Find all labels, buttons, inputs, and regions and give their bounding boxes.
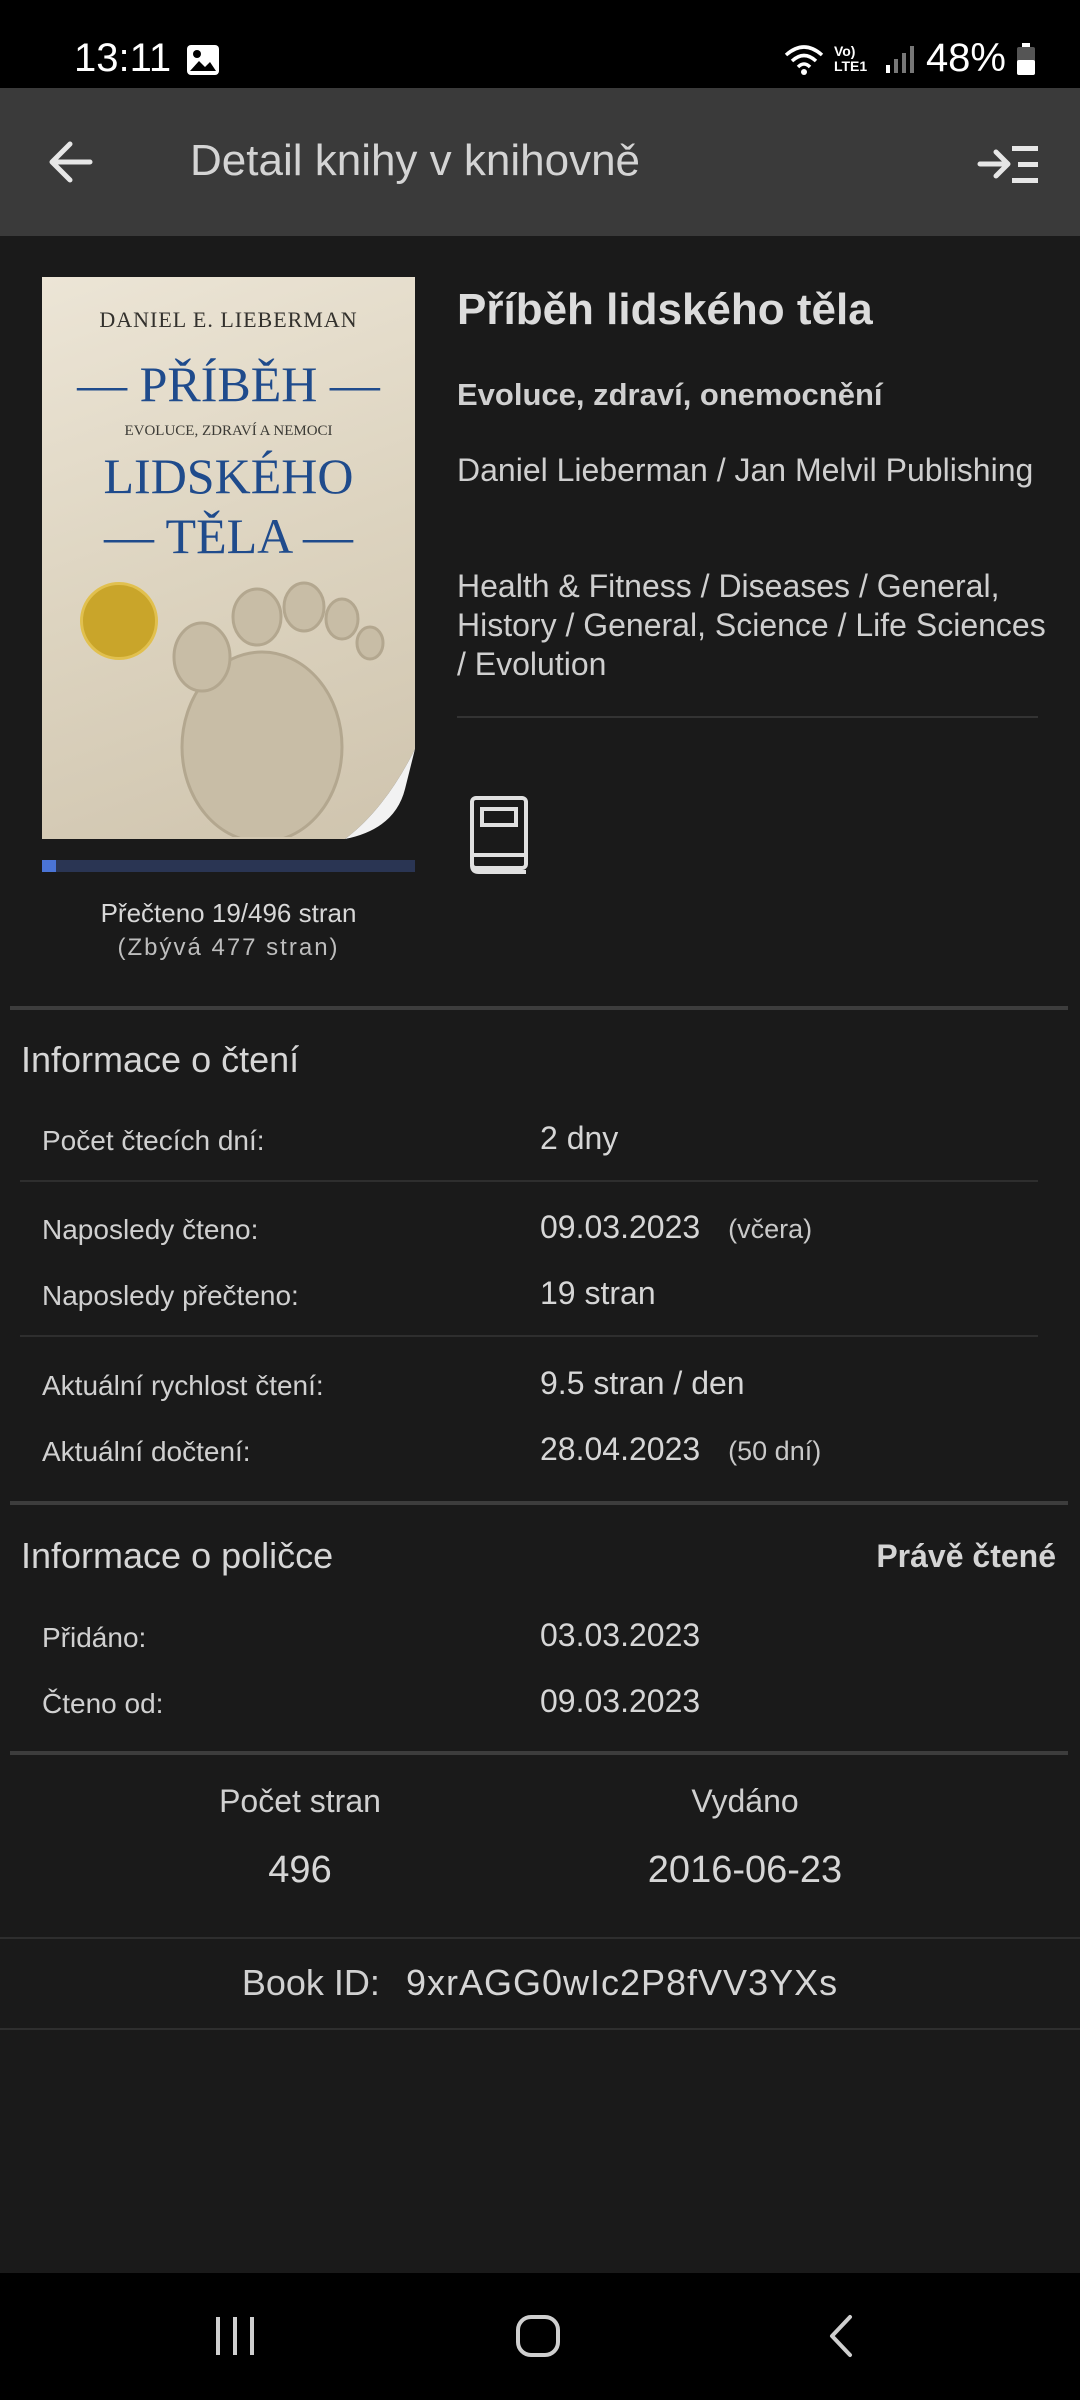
reading-info-title: Informace o čtení [21, 1039, 300, 1080]
progress-read-text: Přečteno 19/496 stran [100, 898, 357, 928]
progress-remaining-text: (Zbývá 477 stran) [117, 934, 340, 961]
back-arrow-icon[interactable] [40, 130, 110, 194]
book-icon[interactable] [468, 795, 530, 875]
reading-progress-bar [42, 860, 415, 872]
added-label: Přidáno: [42, 1622, 147, 1653]
book-author-publisher: Daniel Lieberman / Jan Melvil Publishing [457, 452, 1034, 488]
gallery-icon [187, 45, 219, 75]
cover-author: DANIEL E. LIEBERMAN [99, 307, 358, 332]
finish-estimate-days: (50 dní) [728, 1436, 822, 1466]
navigation-bar [0, 2273, 1080, 2400]
section-divider [10, 1751, 1068, 1755]
book-subtitle: Evoluce, zdraví, onemocnění [457, 377, 883, 412]
info-divider [457, 716, 1038, 718]
status-time: 13:11 [74, 36, 172, 80]
row-divider [20, 1180, 1038, 1182]
page-curl [345, 749, 415, 839]
reading-progress-fill [42, 860, 57, 872]
book-genres: Health & Fitness / Diseases / General, H… [457, 568, 1046, 682]
last-read-pages-label: Naposledy přečteno: [42, 1280, 299, 1311]
move-to-list-icon[interactable] [976, 138, 1040, 190]
last-read-value: 09.03.2023 (včera) [540, 1209, 813, 1245]
finish-estimate-value: 28.04.2023 (50 dní) [540, 1431, 822, 1467]
page-title: Detail knihy v knihovně [190, 136, 641, 185]
reading-days-label: Počet čtecích dní: [42, 1125, 265, 1156]
shelf-name[interactable]: Právě čtené [876, 1538, 1056, 1575]
last-read-relative: (včera) [728, 1214, 813, 1244]
page-count-value: 496 [268, 1849, 332, 1891]
published-label: Vydáno [691, 1783, 799, 1819]
book-id-row: Book ID: 9xrAGG0wIc2P8fVV3YXs [0, 1937, 1080, 2030]
book-title: Příběh lidského těla [457, 285, 873, 334]
page-count-label: Počet stran [219, 1783, 381, 1819]
reading-speed-value: 9.5 stran / den [540, 1365, 745, 1401]
section-divider [10, 1501, 1068, 1505]
published-value: 2016-06-23 [647, 1849, 843, 1891]
battery-icon [1017, 42, 1035, 75]
shelf-info-title: Informace o poličce [21, 1535, 334, 1576]
cover-subtitle: EVOLUCE, ZDRAVÍ A NEMOCI [124, 423, 333, 439]
volte-icon: Vo) LTE1 [833, 42, 868, 74]
battery-percent: 48% [925, 36, 1006, 80]
back-nav-icon[interactable] [820, 2313, 860, 2359]
cover-title-line-1: — PŘÍBĚH — [77, 356, 380, 412]
last-read-label: Naposledy čteno: [42, 1214, 259, 1245]
cover-title-line-2: LIDSKÉHO [103, 448, 354, 504]
home-icon[interactable] [512, 2313, 564, 2359]
last-read-pages-value: 19 stran [540, 1275, 656, 1311]
section-divider [10, 1006, 1068, 1010]
app-bar: Detail knihy v knihovně [0, 88, 1080, 236]
book-id-label: Book ID: [241, 1962, 380, 2003]
status-bar: 13:11 Vo) LTE1 48% [0, 0, 1080, 88]
reading-speed-label: Aktuální rychlost čtení: [42, 1370, 324, 1401]
signal-icon [885, 45, 914, 73]
recent-apps-icon[interactable] [210, 2313, 260, 2359]
reading-days-value: 2 dny [540, 1120, 619, 1156]
added-value: 03.03.2023 [540, 1617, 701, 1653]
book-id-value: 9xrAGG0wIc2P8fVV3YXs [405, 1962, 839, 2003]
reading-since-label: Čteno od: [42, 1688, 164, 1719]
finish-estimate-label: Aktuální dočtení: [42, 1436, 251, 1467]
book-cover[interactable]: DANIEL E. LIEBERMAN — PŘÍBĚH — EVOLUCE, … [42, 277, 415, 839]
wifi-icon [784, 44, 824, 75]
status-indicators: Vo) LTE1 48% [784, 36, 1036, 81]
row-divider [20, 1335, 1038, 1337]
reading-since-value: 09.03.2023 [540, 1683, 701, 1719]
